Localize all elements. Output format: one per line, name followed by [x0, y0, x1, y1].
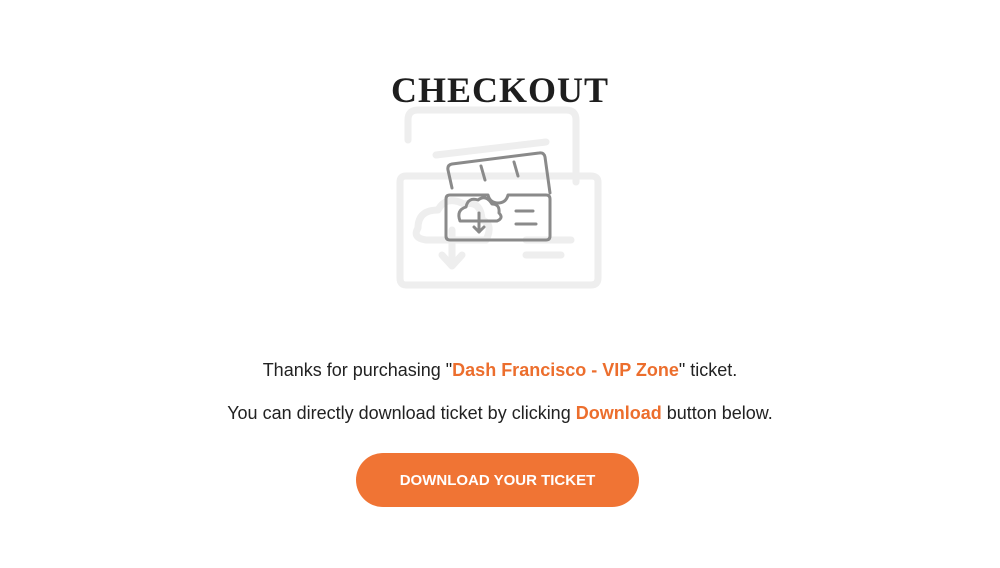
- download-highlight: Download: [575, 403, 662, 423]
- ticket-name: Dash Francisco - VIP Zone: [452, 360, 679, 380]
- thanks-prefix: Thanks for purchasing ": [262, 360, 453, 380]
- download-prefix: You can directly download ticket by clic…: [227, 403, 576, 423]
- foreground-ticket-icon: [444, 151, 552, 242]
- download-ticket-button[interactable]: DOWNLOAD YOUR TICKET: [356, 453, 639, 507]
- background-ticket-shapes: [396, 106, 602, 289]
- download-suffix: button below.: [661, 403, 773, 423]
- ticket-cloud-download-icon: [396, 106, 602, 289]
- download-instructions: You can directly download ticket by clic…: [0, 400, 1000, 426]
- thanks-suffix: " ticket.: [678, 360, 738, 380]
- thanks-message: Thanks for purchasing "Dash Francisco - …: [0, 357, 1000, 383]
- ticket-illustration: [386, 100, 616, 295]
